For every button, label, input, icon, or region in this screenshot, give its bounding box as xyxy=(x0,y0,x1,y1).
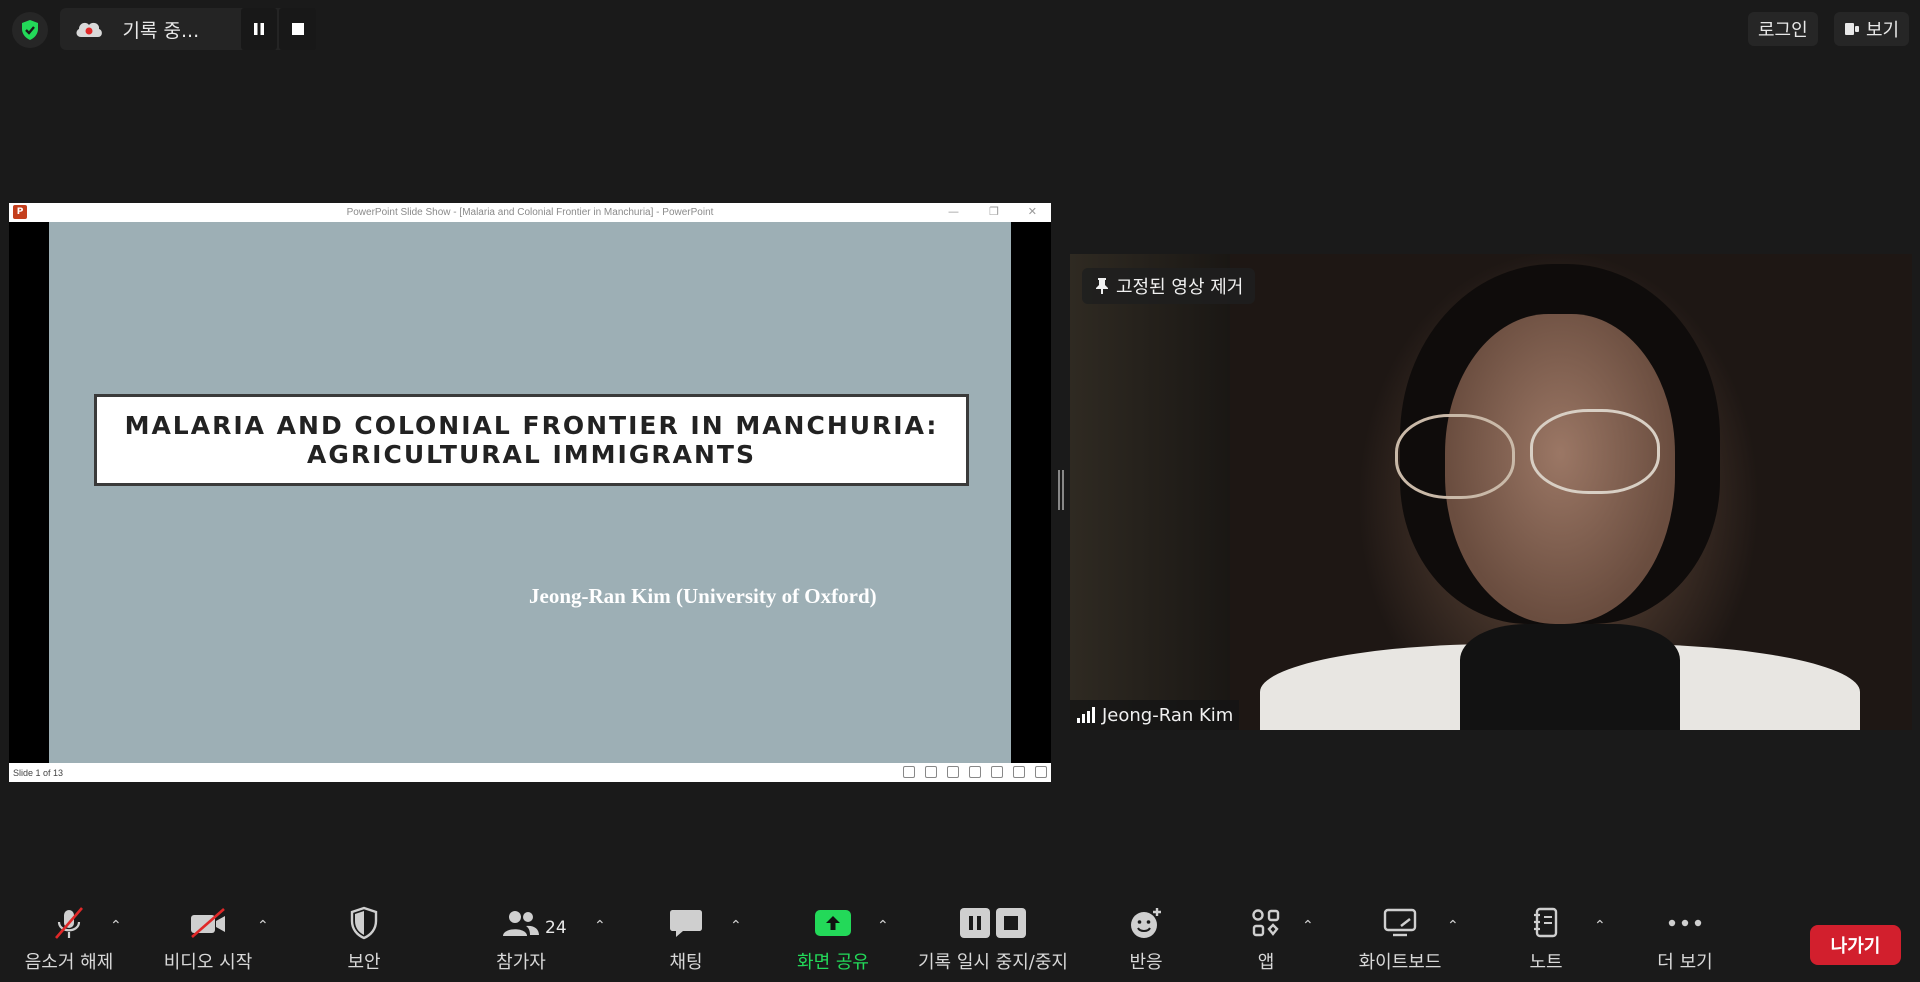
whiteboard-label: 화이트보드 xyxy=(1358,952,1442,973)
view-button[interactable]: 보기 xyxy=(1834,12,1910,46)
share-screen-label: 화면 공유 xyxy=(797,952,869,973)
notes-icon xyxy=(1532,900,1560,946)
participants-button[interactable]: 참가자 xyxy=(488,900,554,982)
powerpoint-icon: P xyxy=(13,205,27,219)
muted-microphone-icon xyxy=(51,900,87,946)
slideshow-view-icon xyxy=(1035,766,1047,778)
powerpoint-status-bar: Slide 1 of 13 xyxy=(9,763,1051,782)
security-button[interactable]: 보안 xyxy=(334,900,394,982)
panel-resize-handle[interactable] xyxy=(1058,470,1064,510)
pause-icon xyxy=(960,908,990,938)
share-options-caret[interactable]: ⌃ xyxy=(877,918,889,934)
recording-indicator: 기록 중... xyxy=(60,8,316,50)
slide-counter: Slide 1 of 13 xyxy=(13,767,64,778)
remove-pinned-video-label: 고정된 영상 제거 xyxy=(1116,277,1244,298)
reading-view-icon xyxy=(1013,766,1025,778)
chat-button[interactable]: 채팅 xyxy=(658,900,714,982)
video-off-icon xyxy=(188,900,228,946)
slide-title-box: MALARIA AND COLONIAL FRONTIER IN MANCHUR… xyxy=(94,394,969,486)
pause-icon xyxy=(253,23,264,35)
whiteboard-icon xyxy=(1383,900,1417,946)
chat-label: 채팅 xyxy=(669,952,703,973)
recording-pause-stop-label: 기록 일시 중지/중지 xyxy=(918,952,1068,973)
unmute-label: 음소거 해제 xyxy=(24,952,114,973)
participants-label: 참가자 xyxy=(496,952,546,973)
unmute-button[interactable]: 음소거 해제 xyxy=(18,900,120,982)
participants-count: 24 xyxy=(545,918,567,938)
video-options-caret[interactable]: ⌃ xyxy=(257,918,269,934)
reactions-label: 반응 xyxy=(1129,952,1163,973)
view-layout-icon xyxy=(1845,23,1859,35)
powerpoint-window-title: PowerPoint Slide Show - [Malaria and Col… xyxy=(346,207,714,218)
share-screen-icon xyxy=(814,900,852,946)
more-button[interactable]: 더 보기 xyxy=(1650,900,1720,982)
previous-slide-icon xyxy=(903,766,915,778)
participant-name-tag: Jeong-Ran Kim xyxy=(1070,700,1240,730)
reactions-button[interactable]: 반응 xyxy=(1122,900,1170,982)
participants-options-caret[interactable]: ⌃ xyxy=(594,918,606,934)
security-label: 보안 xyxy=(347,952,381,973)
notes-button[interactable]: 노트 xyxy=(1526,900,1566,982)
slide-title-line-1: MALARIA AND COLONIAL FRONTIER IN MANCHUR… xyxy=(124,411,939,440)
leave-meeting-button[interactable]: 나가기 xyxy=(1810,925,1901,965)
apps-icon xyxy=(1251,900,1281,946)
more-dots-icon xyxy=(1668,900,1702,946)
apps-options-caret[interactable]: ⌃ xyxy=(1302,918,1314,934)
leave-label: 나가기 xyxy=(1830,936,1881,957)
login-label: 로그인 xyxy=(1758,20,1808,41)
stop-icon xyxy=(996,908,1026,938)
cloud-recording-icon xyxy=(68,8,111,50)
start-video-button[interactable]: 비디오 시작 xyxy=(158,900,258,982)
restore-icon: ❐ xyxy=(989,205,999,218)
slide-menu-icon xyxy=(925,766,937,778)
powerpoint-title-bar: P PowerPoint Slide Show - [Malaria and C… xyxy=(9,203,1051,222)
apps-label: 앱 xyxy=(1257,952,1275,973)
stop-recording-button[interactable] xyxy=(279,8,316,50)
stop-icon xyxy=(291,23,304,35)
zoom-meeting-window: 기록 중... 로그인 보기 P PowerPoint Slide Show -… xyxy=(0,0,1920,982)
notes-options-caret[interactable]: ⌃ xyxy=(1594,918,1606,934)
start-video-label: 비디오 시작 xyxy=(163,952,253,973)
close-icon: ✕ xyxy=(1027,205,1037,218)
apps-button[interactable]: 앱 xyxy=(1246,900,1286,982)
signal-strength-icon xyxy=(1077,707,1095,723)
slide-author: Jeong-Ran Kim (University of Oxford) xyxy=(529,584,877,608)
participants-icon xyxy=(502,900,540,946)
whiteboard-button[interactable]: 화이트보드 xyxy=(1352,900,1448,982)
pin-icon xyxy=(1096,278,1108,294)
remove-pinned-video-button[interactable]: 고정된 영상 제거 xyxy=(1082,268,1256,304)
minimize-icon: — xyxy=(948,205,959,218)
shared-screen: P PowerPoint Slide Show - [Malaria and C… xyxy=(9,203,1051,782)
participant-video: 고정된 영상 제거 Jeong-Ran Kim xyxy=(1070,254,1912,730)
share-screen-button[interactable]: 화면 공유 xyxy=(786,900,880,982)
shield-icon xyxy=(349,900,379,946)
next-slide-icon xyxy=(947,766,959,778)
pause-recording-button[interactable] xyxy=(240,8,278,50)
more-label: 더 보기 xyxy=(1657,952,1713,973)
audio-options-caret[interactable]: ⌃ xyxy=(110,918,122,934)
view-label: 보기 xyxy=(1866,20,1900,41)
security-shield-icon[interactable] xyxy=(12,12,48,48)
slideshow-controls xyxy=(903,766,1047,778)
login-button[interactable]: 로그인 xyxy=(1748,12,1818,46)
normal-view-icon xyxy=(969,766,981,778)
recording-pause-stop-button[interactable]: 기록 일시 중지/중지 xyxy=(912,900,1074,982)
reaction-smiley-icon xyxy=(1129,900,1163,946)
chat-bubble-icon xyxy=(669,900,703,946)
slide-sorter-icon xyxy=(991,766,1003,778)
slide-title-line-2: AGRICULTURAL IMMIGRANTS xyxy=(307,440,756,469)
whiteboard-options-caret[interactable]: ⌃ xyxy=(1447,918,1459,934)
participant-name: Jeong-Ran Kim xyxy=(1102,704,1234,726)
recording-status-text: 기록 중... xyxy=(122,19,200,42)
recording-controls-icon xyxy=(960,900,1026,946)
notes-label: 노트 xyxy=(1529,952,1563,973)
chat-options-caret[interactable]: ⌃ xyxy=(730,918,742,934)
presentation-slide: MALARIA AND COLONIAL FRONTIER IN MANCHUR… xyxy=(49,222,1011,763)
meeting-toolbar: 음소거 해제 ⌃ 비디오 시작 ⌃ 보안 참가자 24 ⌃ 채팅 ⌃ 화면 공유… xyxy=(0,900,1920,982)
